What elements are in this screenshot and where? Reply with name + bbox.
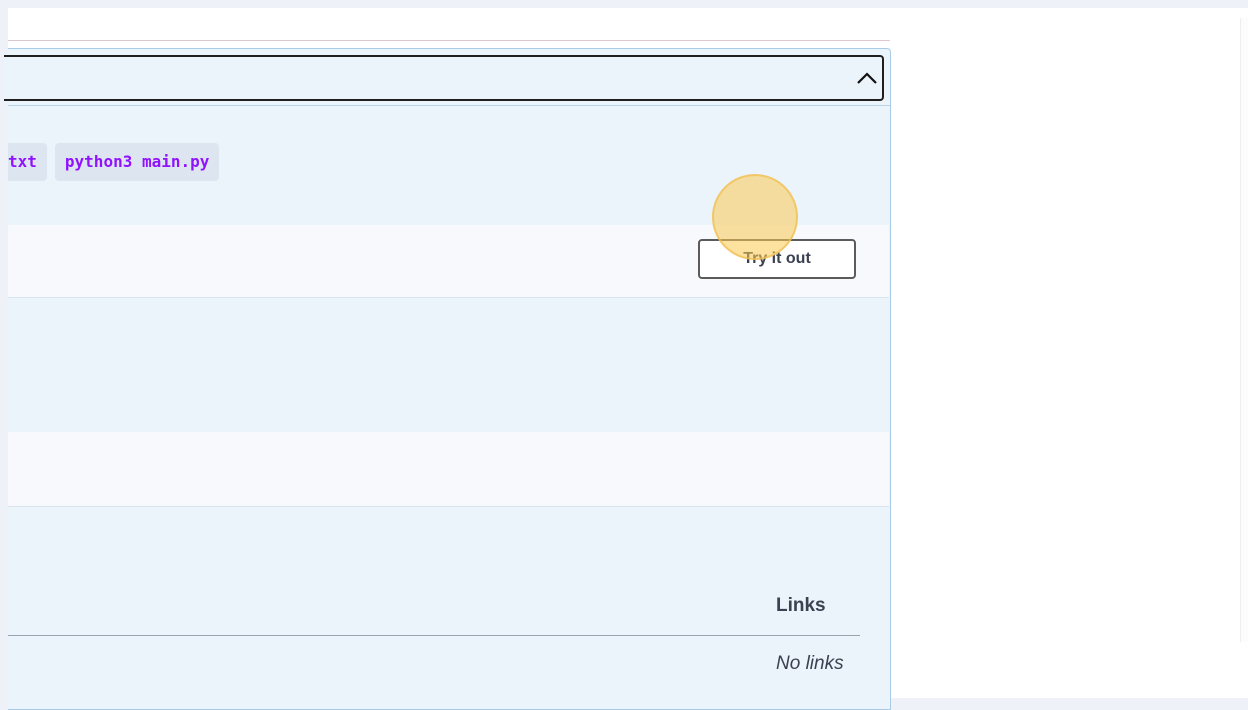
- page: txt python3 main.py Try it out Links No …: [4, 8, 1248, 710]
- no-links-text: No links: [776, 653, 844, 674]
- section-divider: [8, 40, 890, 41]
- try-it-out-button[interactable]: Try it out: [698, 239, 856, 279]
- responses-header: [8, 432, 889, 507]
- table-divider: [8, 635, 860, 636]
- command-chip: txt: [8, 143, 47, 181]
- collapse-button[interactable]: [854, 65, 880, 91]
- command-list: txt python3 main.py: [8, 143, 220, 181]
- chevron-up-icon: [857, 72, 877, 84]
- links-column-header: Links: [776, 595, 826, 616]
- scrollbar-track[interactable]: [1240, 18, 1248, 642]
- operation-summary-bar[interactable]: [4, 55, 884, 101]
- command-chip: python3 main.py: [54, 143, 220, 181]
- parameters-header: Try it out: [8, 225, 889, 298]
- summary-divider: [8, 105, 890, 106]
- operation-block: txt python3 main.py Try it out Links No …: [4, 48, 891, 710]
